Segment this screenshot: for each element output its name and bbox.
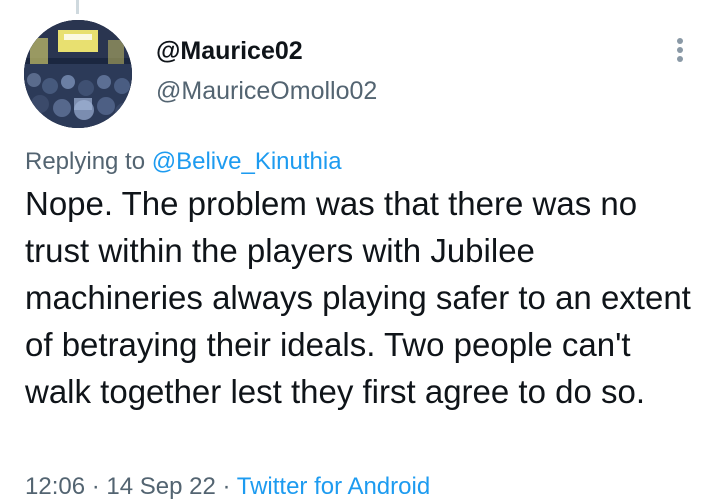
tweet-time[interactable]: 12:06: [25, 473, 85, 500]
more-vertical-icon: [677, 56, 683, 62]
avatar[interactable]: [24, 20, 132, 128]
replying-to-label: Replying to: [25, 148, 146, 175]
meta-separator: ·: [222, 473, 231, 500]
more-vertical-icon: [677, 47, 683, 53]
thread-connector-line: [76, 0, 79, 14]
author-handle[interactable]: @MauriceOmollo02: [156, 74, 377, 108]
tweet-text: Nope. The problem was that there was no …: [25, 185, 691, 410]
meta-separator: ·: [91, 473, 100, 500]
tweet-date[interactable]: 14 Sep 22: [106, 473, 215, 500]
author-display-name[interactable]: @Maurice02: [156, 34, 377, 68]
author-info: @Maurice02 @MauriceOmollo02: [156, 34, 377, 108]
more-options-button[interactable]: [664, 34, 696, 66]
more-vertical-icon: [677, 38, 683, 44]
replying-to-line: Replying to @Belive_Kinuthia: [25, 146, 342, 178]
tweet-meta: 12:06 · 14 Sep 22 · Twitter for Android: [25, 470, 430, 504]
tweet-source-link[interactable]: Twitter for Android: [237, 473, 430, 500]
avatar-photo: [24, 20, 132, 128]
tweet-card: @Maurice02 @MauriceOmollo02 Replying to …: [0, 0, 720, 504]
reply-mention-link[interactable]: @Belive_Kinuthia: [152, 148, 342, 175]
